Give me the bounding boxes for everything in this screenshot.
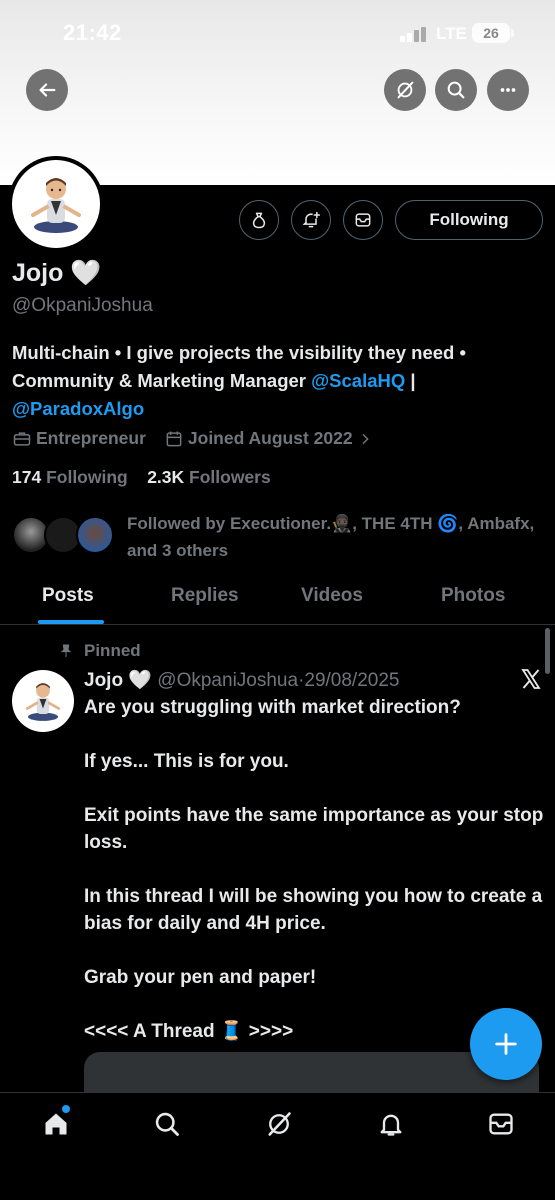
scrollbar[interactable] bbox=[545, 628, 550, 674]
home-icon bbox=[45, 1113, 67, 1135]
nav-notifications[interactable] bbox=[376, 1109, 406, 1139]
profile-meta: Entrepreneur Joined August 2022 bbox=[12, 428, 395, 449]
tab-replies[interactable]: Replies bbox=[171, 585, 239, 607]
pinned-label: Pinned bbox=[58, 641, 141, 661]
tab-videos[interactable]: Videos bbox=[301, 585, 363, 607]
grok-button[interactable] bbox=[384, 69, 426, 111]
nav-grok[interactable] bbox=[264, 1109, 294, 1139]
tab-photos[interactable]: Photos bbox=[441, 585, 505, 607]
post-author[interactable]: Jojo bbox=[84, 670, 123, 691]
profile-joined[interactable]: Joined August 2022 bbox=[164, 428, 377, 449]
following-button[interactable]: Following bbox=[395, 200, 543, 240]
tab-posts[interactable]: Posts bbox=[42, 585, 94, 607]
back-arrow-icon bbox=[39, 83, 56, 97]
meditating-avatar-icon bbox=[31, 178, 81, 233]
nav-home[interactable] bbox=[41, 1109, 71, 1139]
briefcase-icon bbox=[13, 431, 31, 446]
bell-icon bbox=[380, 1114, 402, 1136]
followed-by-text: Followed by Executioner.🥷🏿, THE 4TH 🌀, A… bbox=[127, 514, 535, 560]
notify-add-icon bbox=[302, 211, 321, 228]
more-button[interactable] bbox=[487, 69, 529, 111]
post-text: Are you struggling with market direction… bbox=[84, 694, 544, 1072]
profile-stats: 174 Following 2.3K Followers bbox=[12, 467, 271, 488]
grok-icon bbox=[397, 81, 414, 99]
post-handle[interactable]: @OkpaniJoshua bbox=[157, 670, 298, 691]
meditating-avatar-icon bbox=[25, 683, 61, 721]
post-date[interactable]: 29/08/2025 bbox=[304, 670, 399, 691]
pin-icon bbox=[60, 644, 72, 657]
profile-name: Jojo 🤍 bbox=[12, 259, 102, 287]
bottom-nav bbox=[0, 1092, 555, 1200]
active-tab-indicator bbox=[38, 620, 104, 624]
post-line: In this thread I will be showing you how… bbox=[84, 886, 543, 934]
following-count-link[interactable]: 174 Following bbox=[12, 467, 128, 487]
status-time: 21:42 bbox=[63, 20, 122, 45]
followed-by[interactable]: Followed by Executioner.🥷🏿, THE 4TH 🌀, A… bbox=[12, 510, 552, 562]
calendar-icon bbox=[166, 431, 182, 446]
search-icon bbox=[447, 81, 465, 99]
search-button[interactable] bbox=[435, 69, 477, 111]
money-bag-icon bbox=[252, 212, 266, 229]
search-icon bbox=[155, 1112, 179, 1136]
mail-icon bbox=[355, 213, 371, 227]
tip-button[interactable] bbox=[239, 200, 279, 240]
profile-tabs: Posts Replies Videos Photos bbox=[0, 575, 555, 625]
follower-avatar bbox=[76, 516, 114, 554]
nav-search[interactable] bbox=[152, 1109, 182, 1139]
x-logo-icon bbox=[521, 669, 541, 689]
followers-count-link[interactable]: 2.3K Followers bbox=[147, 467, 271, 487]
nav-messages[interactable] bbox=[486, 1109, 516, 1139]
more-icon bbox=[500, 88, 516, 92]
back-button[interactable] bbox=[26, 69, 68, 111]
post-avatar[interactable] bbox=[12, 670, 74, 732]
network-label: LTE bbox=[436, 24, 467, 43]
profile-category: Entrepreneur bbox=[12, 428, 146, 449]
post-line: Grab your pen and paper! bbox=[84, 967, 317, 988]
post-line: Are you struggling with market direction… bbox=[84, 697, 461, 718]
bio-link-scalahq[interactable]: @ScalaHQ bbox=[311, 370, 405, 391]
status-bar: 21:42 LTE 26 bbox=[0, 0, 555, 64]
mail-icon bbox=[489, 1113, 513, 1135]
chevron-right-icon bbox=[362, 433, 369, 444]
plus-icon bbox=[495, 1033, 517, 1055]
bio-link-paradoxalgo[interactable]: @ParadoxAlgo bbox=[12, 398, 144, 419]
heart-emoji: 🤍 bbox=[70, 259, 102, 287]
profile-avatar[interactable] bbox=[8, 156, 104, 252]
post-line: Exit points have the same importance as … bbox=[84, 805, 544, 853]
notifications-button[interactable] bbox=[291, 200, 331, 240]
message-button[interactable] bbox=[343, 200, 383, 240]
post-line: If yes... This is for you. bbox=[84, 751, 289, 772]
profile-bio: Multi-chain • I give projects the visibi… bbox=[12, 342, 466, 419]
battery-icon: 26 bbox=[472, 23, 510, 43]
grok-icon bbox=[268, 1112, 291, 1136]
compose-button[interactable] bbox=[470, 1008, 542, 1080]
signal-icon bbox=[400, 26, 430, 42]
profile-handle: @OkpaniJoshua bbox=[12, 295, 153, 316]
post-header: Jojo 🤍 @OkpaniJoshua·29/08/2025 bbox=[84, 670, 400, 691]
home-notification-dot bbox=[62, 1105, 70, 1113]
